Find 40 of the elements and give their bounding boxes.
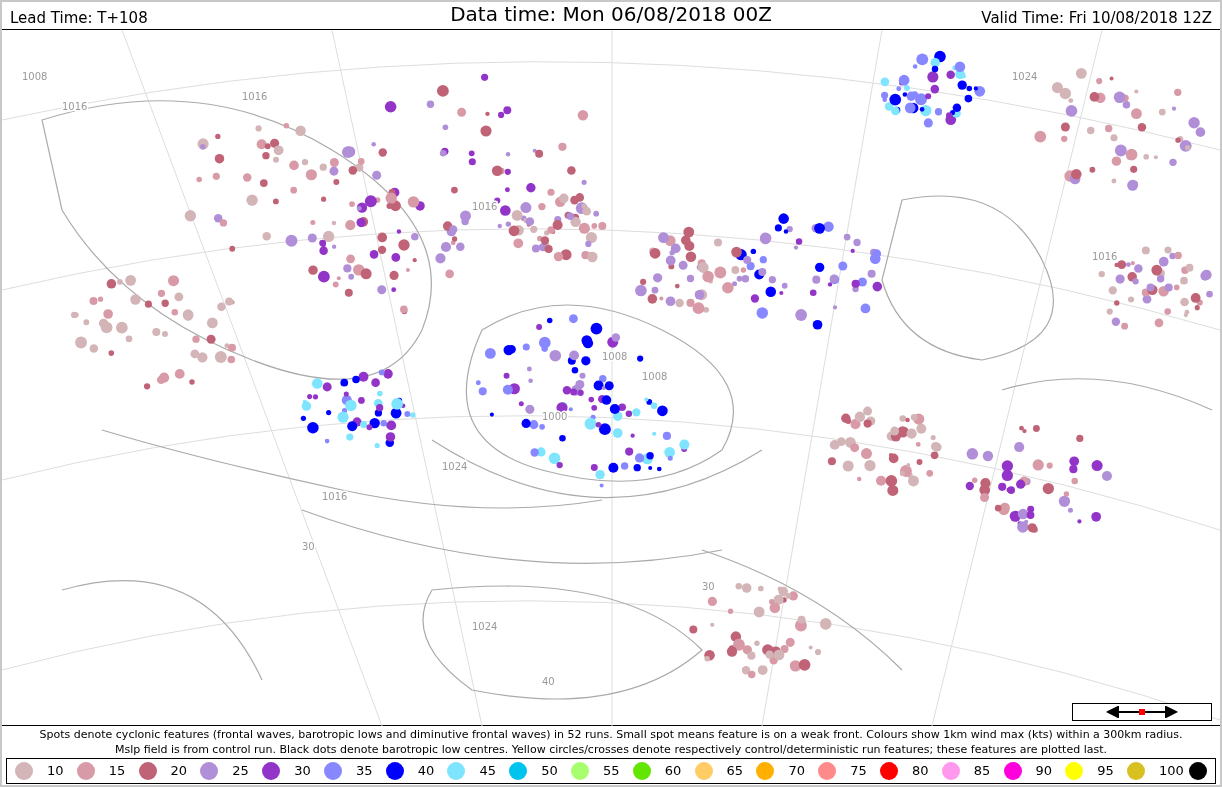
isobar-label: 1016 xyxy=(472,201,498,212)
caption-text: Mslp field is from control run. Black dots denote barotropic low centres. Yellow circles/crosses denote respectively control/deterministic run features; these features are plotted last. xyxy=(115,742,1107,757)
legend-label: 60 xyxy=(664,762,683,781)
legend-label: 30 xyxy=(294,762,312,781)
legend-label: 15 xyxy=(108,762,127,781)
legend-label: 10 xyxy=(47,762,65,781)
isobar-label: 1024 xyxy=(1012,71,1038,82)
isobar-label: 40 xyxy=(542,676,555,687)
isobar-label: 1016 xyxy=(322,491,348,502)
isobar-label: 1008 xyxy=(602,351,628,362)
legend-label: 95 xyxy=(1097,762,1115,781)
caption-text: Spots denote cyclonic features (frontal waves, barotropic lows and diminutive frontal waves) in 52 runs. Small spot means feature is on a weak front. Colours show 1km wind max (kts) within a 300km radius. xyxy=(39,727,1183,742)
legend-label: 85 xyxy=(973,762,992,781)
data-time: Data time: Mon 06/08/2018 00Z xyxy=(450,1,772,28)
legend-label: 90 xyxy=(1035,762,1054,781)
legend-label: 100 xyxy=(1159,762,1184,781)
legend-label: 65 xyxy=(726,762,745,781)
isobar-label: 1016 xyxy=(242,91,268,102)
legend-label: 35 xyxy=(355,762,374,781)
isobar-label: 1000 xyxy=(542,411,568,422)
legend-label: 70 xyxy=(788,762,806,781)
isobar-label: 1008 xyxy=(642,371,668,382)
isobar-label: 1024 xyxy=(442,461,468,472)
isobar-label: 1016 xyxy=(62,101,88,112)
legend-label: 25 xyxy=(232,762,250,781)
valid-time: Valid Time: Fri 10/08/2018 12Z xyxy=(980,7,1212,29)
isobar-label: 1008 xyxy=(22,71,48,82)
isobar-label: 1024 xyxy=(472,621,498,632)
legend-label: 75 xyxy=(850,762,868,781)
legend-label: 20 xyxy=(170,762,189,781)
isobar-label: 1016 xyxy=(1092,251,1118,262)
legend-label: 50 xyxy=(541,762,559,781)
legend-label: 80 xyxy=(911,762,930,781)
double-arrow-icon xyxy=(1106,706,1178,718)
lead-time: Lead Time: T+108 xyxy=(10,7,149,29)
isobar-label: 30 xyxy=(702,581,715,592)
legend-label: 45 xyxy=(479,762,497,781)
isobar-label: 30 xyxy=(302,541,315,552)
legend-label: 40 xyxy=(417,762,436,781)
legend-label: 55 xyxy=(603,762,621,781)
